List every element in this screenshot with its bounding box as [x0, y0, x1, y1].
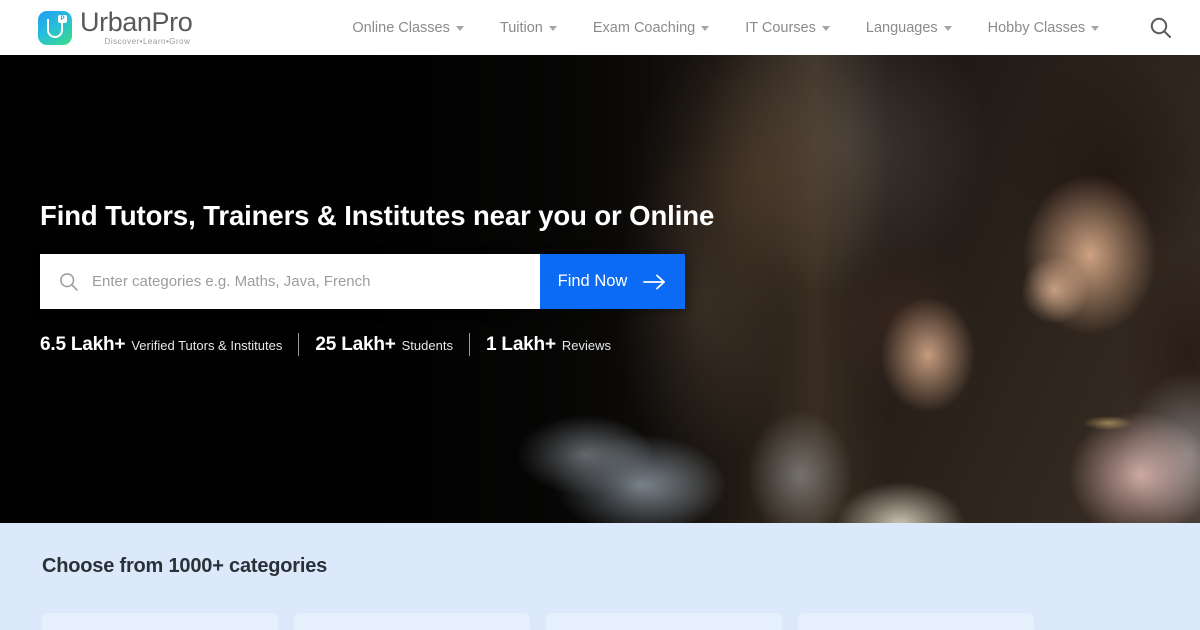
nav-label: Online Classes	[352, 19, 450, 36]
hero-banner: Find Tutors, Trainers & Institutes near …	[0, 55, 1200, 523]
stat-divider	[468, 333, 470, 356]
nav-label: Hobby Classes	[987, 19, 1086, 36]
logo-wordmark: UrbanPro	[80, 7, 193, 37]
stat-tutors: 6.5 Lakh+ Verified Tutors & Institutes	[40, 334, 282, 356]
nav-label: IT Courses	[745, 19, 816, 36]
logo-tagline: Discover•Learn•Grow	[104, 37, 191, 46]
stat-number: 25 Lakh+	[315, 333, 396, 355]
nav-item-tuition[interactable]: Tuition	[500, 20, 557, 36]
nav-item-languages[interactable]: Languages	[866, 20, 952, 36]
nav-item-exam-coaching[interactable]: Exam Coaching	[592, 19, 710, 36]
nav-item-hobby-classes[interactable]: Hobby Classes	[988, 20, 1100, 36]
chevron-down-icon	[548, 26, 557, 31]
urbanpro-logo-icon: P	[38, 10, 72, 45]
chevron-down-icon	[821, 26, 830, 31]
search-input[interactable]	[92, 254, 540, 309]
stat-reviews: 1 Lakh+ Reviews	[486, 334, 611, 356]
category-card[interactable]	[798, 613, 1034, 630]
nav-label: Tuition	[499, 19, 543, 36]
stat-number: 1 Lakh+	[485, 333, 556, 355]
stat-label: Reviews	[561, 337, 611, 353]
category-card[interactable]	[294, 613, 530, 630]
main-navigation: Online Classes Tuition Exam Coaching IT …	[352, 19, 1100, 36]
search-input-zone	[40, 254, 540, 309]
site-header: P UrbanPro Discover•Learn•Grow Online Cl…	[0, 0, 1200, 55]
arrow-right-icon	[643, 274, 666, 289]
stat-label: Students	[401, 337, 453, 353]
chevron-down-icon	[943, 26, 952, 31]
find-now-label: Find Now	[557, 272, 628, 290]
search-icon	[1150, 17, 1171, 38]
categories-section: Choose from 1000+ categories	[0, 523, 1200, 630]
hero-content: Find Tutors, Trainers & Institutes near …	[40, 200, 720, 356]
chevron-down-icon	[1091, 26, 1100, 31]
hero-search-bar: Find Now	[40, 254, 685, 309]
nav-label: Exam Coaching	[592, 19, 696, 36]
nav-item-online-classes[interactable]: Online Classes	[352, 20, 464, 36]
find-now-button[interactable]: Find Now	[540, 254, 685, 309]
hero-stats: 6.5 Lakh+ Verified Tutors & Institutes 2…	[40, 333, 720, 356]
stat-students: 25 Lakh+ Students	[315, 334, 453, 356]
stat-divider	[298, 333, 300, 356]
header-search-button[interactable]	[1144, 11, 1178, 45]
logo-link[interactable]: P UrbanPro Discover•Learn•Grow	[38, 7, 193, 46]
chevron-down-icon	[701, 26, 710, 31]
hero-title: Find Tutors, Trainers & Institutes near …	[40, 200, 715, 231]
nav-label: Languages	[865, 19, 938, 36]
category-card[interactable]	[546, 613, 782, 630]
search-icon	[60, 272, 78, 291]
stat-number: 6.5 Lakh+	[40, 333, 126, 355]
chevron-down-icon	[455, 26, 464, 31]
stat-label: Verified Tutors & Institutes	[131, 337, 283, 353]
nav-item-it-courses[interactable]: IT Courses	[745, 20, 830, 36]
category-card[interactable]	[42, 613, 278, 630]
logo-text-block: UrbanPro Discover•Learn•Grow	[80, 7, 193, 46]
categories-title: Choose from 1000+ categories	[42, 555, 328, 577]
category-card-row	[42, 613, 1034, 630]
logo-p-tag: P	[58, 14, 67, 23]
